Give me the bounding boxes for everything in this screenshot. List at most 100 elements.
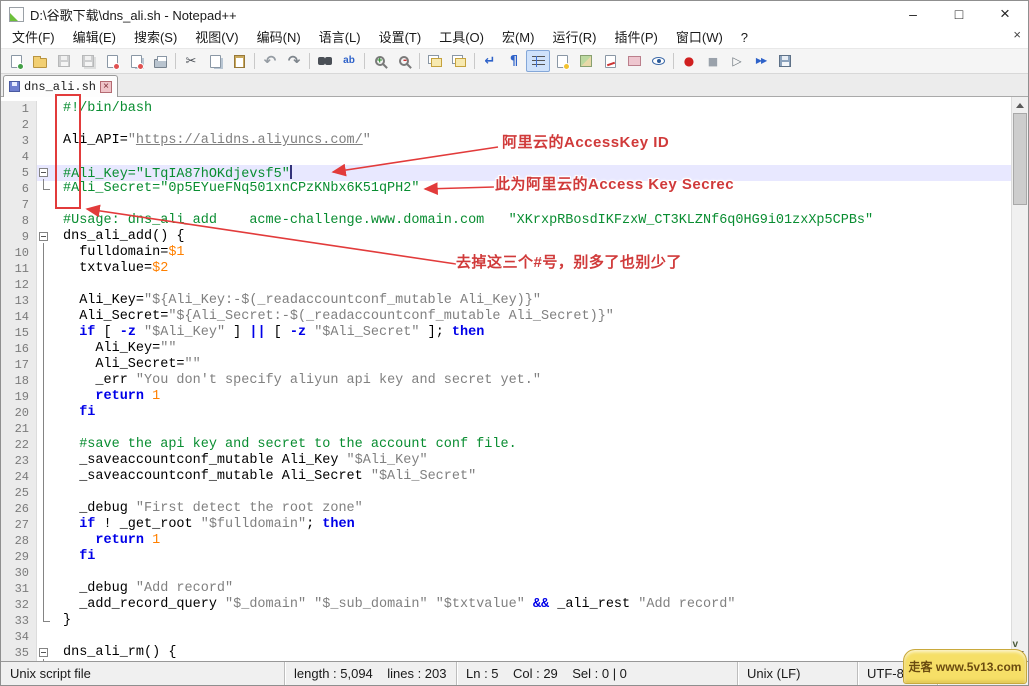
zoom-out-icon[interactable] <box>392 50 416 72</box>
user-language-icon[interactable] <box>550 50 574 72</box>
show-all-chars-icon[interactable]: ¶ <box>502 50 526 72</box>
menu-item-视图[interactable]: 视图(V) <box>186 27 247 48</box>
code-line[interactable]: 12 <box>1 277 1011 293</box>
close-all-icon[interactable] <box>124 50 148 72</box>
sync-horizontal-scroll-icon[interactable] <box>447 50 471 72</box>
menu-item-运行[interactable]: 运行(R) <box>543 27 605 48</box>
code-line[interactable]: 7 <box>1 197 1011 213</box>
scrollbar-thumb[interactable] <box>1013 113 1027 205</box>
code-text: _err "You don't specify aliyun api key a… <box>53 373 1011 389</box>
code-line[interactable]: 30 <box>1 565 1011 581</box>
macro-save-icon[interactable] <box>773 50 797 72</box>
line-number: 30 <box>1 565 37 581</box>
code-line[interactable]: 1#!/bin/bash <box>1 101 1011 117</box>
print-icon[interactable] <box>148 50 172 72</box>
editor-area[interactable]: 1#!/bin/bash23Ali_API="https://alidns.al… <box>1 97 1028 661</box>
new-file-icon[interactable] <box>4 50 28 72</box>
code-line[interactable]: 28 return 1 <box>1 533 1011 549</box>
code-line[interactable]: 16 Ali_Key="" <box>1 341 1011 357</box>
close-button[interactable]: × <box>982 1 1028 27</box>
tab-close-icon[interactable]: × <box>100 81 112 93</box>
code-line[interactable]: 4 <box>1 149 1011 165</box>
menu-item-?[interactable]: ? <box>732 27 757 48</box>
function-list-icon[interactable] <box>598 50 622 72</box>
save-icon[interactable] <box>52 50 76 72</box>
code-line[interactable]: 10 fulldomain=$1 <box>1 245 1011 261</box>
fold-marker <box>37 181 53 197</box>
code-line[interactable]: 6#Ali_Secret="0p5EYueFNq501xnCPzKNbx6K51… <box>1 181 1011 197</box>
code-line[interactable]: 29 fi <box>1 549 1011 565</box>
preview-eye-icon[interactable] <box>646 50 670 72</box>
toolbar: ✂ ↶↷ ab ↵¶ ●■▷▶▶ <box>1 48 1028 74</box>
code-line[interactable]: 3Ali_API="https://alidns.aliyuncs.com/" <box>1 133 1011 149</box>
code-line[interactable]: 21 <box>1 421 1011 437</box>
code-line[interactable]: 9dns_ali_add() { <box>1 229 1011 245</box>
menubar-close-icon[interactable]: × <box>1013 27 1021 42</box>
code-line[interactable]: 19 return 1 <box>1 389 1011 405</box>
word-wrap-icon[interactable]: ↵ <box>478 50 502 72</box>
code-line[interactable]: 20 fi <box>1 405 1011 421</box>
maximize-button[interactable]: □ <box>936 1 982 27</box>
menu-item-窗口[interactable]: 窗口(W) <box>667 27 732 48</box>
code-line[interactable]: 32 _add_record_query "$_domain" "$_sub_d… <box>1 597 1011 613</box>
copy-icon[interactable] <box>203 50 227 72</box>
fold-marker[interactable] <box>37 229 53 245</box>
code-line[interactable]: 25 <box>1 485 1011 501</box>
menu-item-设置[interactable]: 设置(T) <box>370 27 431 48</box>
vertical-scrollbar[interactable] <box>1011 97 1028 661</box>
code-line[interactable]: 35dns_ali_rm() { <box>1 645 1011 661</box>
minimize-button[interactable]: – <box>890 1 936 27</box>
monitoring-icon[interactable] <box>622 50 646 72</box>
code-line[interactable]: 8#Usage: dns_ali_add acme-challenge.www.… <box>1 213 1011 229</box>
macro-play-icon[interactable]: ▷ <box>725 50 749 72</box>
code-line[interactable]: 17 Ali_Secret="" <box>1 357 1011 373</box>
menu-item-编码[interactable]: 编码(N) <box>248 27 310 48</box>
code-line[interactable]: 22 #save the api key and secret to the a… <box>1 437 1011 453</box>
code-line[interactable]: 31 _debug "Add record" <box>1 581 1011 597</box>
save-all-icon[interactable] <box>76 50 100 72</box>
code-line[interactable]: 34 <box>1 629 1011 645</box>
scrollbar-track[interactable] <box>1012 113 1028 645</box>
code-line[interactable]: 26 _debug "First detect the root zone" <box>1 501 1011 517</box>
fold-marker[interactable] <box>37 645 53 661</box>
menu-item-工具[interactable]: 工具(O) <box>430 27 493 48</box>
code-line[interactable]: 18 _err "You don't specify aliyun api ke… <box>1 373 1011 389</box>
code-line[interactable]: 5#Ali_Key="LTqIA87hOKdjevsf5" <box>1 165 1011 181</box>
menu-item-编辑[interactable]: 编辑(E) <box>64 27 125 48</box>
menu-item-插件[interactable]: 插件(P) <box>606 27 667 48</box>
code-line[interactable]: 27 if ! _get_root "$fulldomain"; then <box>1 517 1011 533</box>
redo-icon[interactable]: ↷ <box>282 50 306 72</box>
macro-record-icon[interactable]: ● <box>677 50 701 72</box>
code-line[interactable]: 2 <box>1 117 1011 133</box>
code-view[interactable]: 1#!/bin/bash23Ali_API="https://alidns.al… <box>1 97 1011 661</box>
scroll-up-icon[interactable] <box>1012 97 1028 113</box>
code-line[interactable]: 24 _saveaccountconf_mutable Ali_Secret "… <box>1 469 1011 485</box>
find-icon[interactable] <box>313 50 337 72</box>
indent-guide-icon[interactable] <box>526 50 550 72</box>
paste-icon[interactable] <box>227 50 251 72</box>
open-folder-icon[interactable] <box>28 50 52 72</box>
code-line[interactable]: 14 Ali_Secret="${Ali_Secret:-$(_readacco… <box>1 309 1011 325</box>
sync-vertical-scroll-icon[interactable] <box>423 50 447 72</box>
undo-icon[interactable]: ↶ <box>258 50 282 72</box>
zoom-in-icon[interactable] <box>368 50 392 72</box>
menu-item-搜索[interactable]: 搜索(S) <box>125 27 186 48</box>
code-line[interactable]: 33} <box>1 613 1011 629</box>
code-line[interactable]: 15 if [ -z "$Ali_Key" ] || [ -z "$Ali_Se… <box>1 325 1011 341</box>
code-text <box>53 117 1011 133</box>
menu-item-语言[interactable]: 语言(L) <box>310 27 370 48</box>
code-line[interactable]: 11 txtvalue=$2 <box>1 261 1011 277</box>
doc-map-icon[interactable] <box>574 50 598 72</box>
macro-run-multiple-icon[interactable]: ▶▶ <box>749 50 773 72</box>
code-line[interactable]: 23 _saveaccountconf_mutable Ali_Key "$Al… <box>1 453 1011 469</box>
menu-item-文件[interactable]: 文件(F) <box>3 27 64 48</box>
tab-dns_ali.sh[interactable]: dns_ali.sh × <box>3 75 118 97</box>
fold-marker <box>37 501 53 517</box>
close-icon[interactable] <box>100 50 124 72</box>
menu-item-宏[interactable]: 宏(M) <box>493 27 544 48</box>
fold-marker[interactable] <box>37 165 53 181</box>
code-line[interactable]: 13 Ali_Key="${Ali_Key:-$(_readaccountcon… <box>1 293 1011 309</box>
replace-icon[interactable]: ab <box>337 50 361 72</box>
macro-stop-icon[interactable]: ■ <box>701 50 725 72</box>
cut-icon[interactable]: ✂ <box>179 50 203 72</box>
